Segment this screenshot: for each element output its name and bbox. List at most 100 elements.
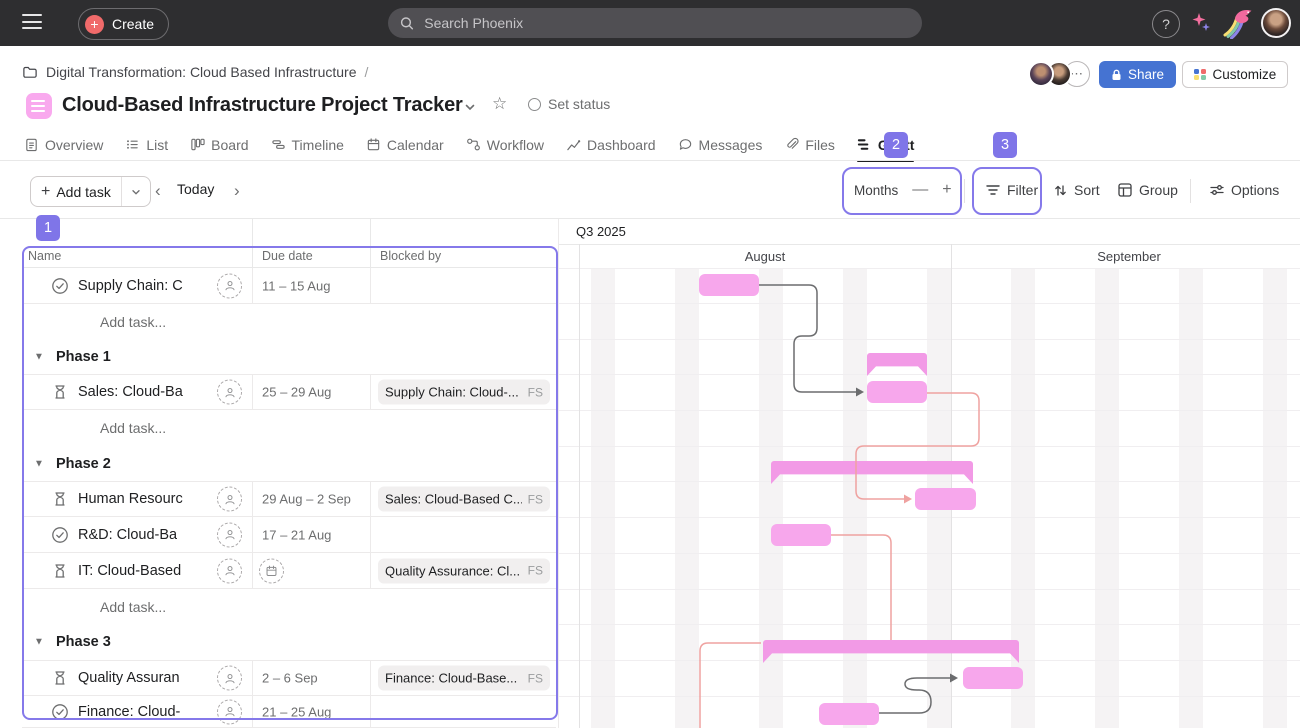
task-name[interactable]: IT: Cloud-Based — [78, 563, 181, 579]
sort-button[interactable]: Sort — [1054, 182, 1100, 198]
tab-list[interactable]: List — [125, 128, 168, 161]
phoenix-logo-icon[interactable] — [1221, 7, 1255, 39]
task-bar-supply-chain[interactable] — [699, 274, 759, 296]
collapse-triangle-icon[interactable]: ▼ — [34, 637, 44, 648]
hourglass-icon[interactable] — [51, 490, 69, 508]
phase-name: Phase 3 — [56, 634, 111, 650]
add-task-row[interactable]: Add task... — [22, 589, 556, 624]
zoom-level-label[interactable]: Months — [854, 183, 898, 198]
sidebar-toggle-icon[interactable] — [22, 14, 42, 30]
set-status-button[interactable]: Set status — [528, 96, 610, 112]
task-row[interactable]: R&D: Cloud-Ba 17 – 21 Aug — [22, 517, 556, 553]
prev-period-button[interactable]: ‹ — [155, 180, 161, 202]
check-circle-icon[interactable] — [51, 703, 69, 721]
add-task-inline[interactable]: Add task... — [100, 599, 166, 615]
task-row[interactable]: Human Resourc 29 Aug – 2 Sep Sales: Cloud-… — [22, 481, 556, 517]
task-bar-r-d[interactable] — [771, 524, 831, 546]
breadcrumb-project[interactable]: Digital Transformation: Cloud Based Infr… — [46, 64, 356, 80]
task-name[interactable]: Finance: Cloud- — [78, 704, 180, 720]
due-date[interactable]: 17 – 21 Aug — [262, 527, 331, 542]
task-bar-quality-assurance[interactable] — [963, 667, 1023, 689]
share-button[interactable]: Share — [1099, 61, 1176, 88]
tab-messages[interactable]: Messages — [678, 128, 763, 161]
blocked-by-chip[interactable]: Quality Assurance: Cl...FS — [378, 558, 550, 583]
hourglass-icon[interactable] — [51, 669, 69, 687]
hourglass-icon[interactable] — [51, 562, 69, 580]
task-row[interactable]: Sales: Cloud-Ba 25 – 29 Aug Supply Chain: … — [22, 374, 556, 410]
blocked-by-chip[interactable]: Sales: Cloud-Based C...FS — [378, 487, 550, 512]
member-avatar-1[interactable] — [1028, 61, 1054, 87]
tab-files[interactable]: Files — [784, 128, 835, 161]
create-button[interactable]: + Create — [78, 8, 169, 40]
assignee-avatar-placeholder[interactable] — [217, 273, 242, 298]
assignee-avatar-placeholder[interactable] — [217, 487, 242, 512]
blocked-by-chip[interactable]: Finance: Cloud-Base...FS — [378, 666, 550, 691]
assignee-avatar-placeholder[interactable] — [217, 380, 242, 405]
add-task-dropdown[interactable] — [121, 177, 150, 206]
due-date[interactable]: 21 – 25 Aug — [262, 704, 331, 719]
collapse-triangle-icon[interactable]: ▼ — [34, 351, 44, 362]
phase-row[interactable]: ▼Phase 2 — [22, 446, 556, 481]
due-date[interactable]: 2 – 6 Sep — [262, 671, 318, 686]
assignee-avatar-placeholder[interactable] — [217, 666, 242, 691]
check-circle-icon[interactable] — [51, 526, 69, 544]
add-task-inline[interactable]: Add task... — [100, 314, 166, 330]
due-date[interactable]: 11 – 15 Aug — [262, 278, 330, 293]
help-button[interactable]: ? — [1152, 10, 1180, 38]
zoom-in-button[interactable]: + — [942, 181, 951, 199]
options-button[interactable]: Options — [1210, 182, 1279, 198]
tab-timeline[interactable]: Timeline — [271, 128, 344, 161]
task-name[interactable]: Human Resourc — [78, 491, 183, 507]
next-period-button[interactable]: › — [234, 180, 240, 202]
task-bar-sales[interactable] — [867, 381, 927, 403]
summary-bar-phase-1[interactable] — [867, 353, 927, 376]
add-task-row[interactable]: Add task... — [22, 410, 556, 446]
tab-workflow[interactable]: Workflow — [466, 128, 544, 161]
customize-button[interactable]: Customize — [1182, 61, 1288, 88]
task-bar-human-resources[interactable] — [915, 488, 976, 510]
tab-dashboard[interactable]: Dashboard — [566, 128, 656, 161]
blocked-by-chip[interactable]: Supply Chain: Cloud-...FS — [378, 380, 550, 405]
assignee-avatar-placeholder[interactable] — [217, 522, 242, 547]
add-task-row[interactable]: Add task... — [22, 304, 556, 339]
task-name[interactable]: Supply Chain: C — [78, 278, 183, 294]
breadcrumb[interactable]: Digital Transformation: Cloud Based Infr… — [22, 64, 368, 80]
add-task-inline[interactable]: Add task... — [100, 420, 166, 436]
task-name[interactable]: R&D: Cloud-Ba — [78, 527, 177, 543]
today-button[interactable]: Today — [177, 181, 214, 197]
task-row[interactable]: Finance: Cloud- 21 – 25 Aug — [22, 696, 556, 728]
group-button[interactable]: Group — [1118, 182, 1178, 198]
due-date[interactable]: 29 Aug – 2 Sep — [262, 492, 351, 507]
due-date-placeholder-icon[interactable] — [259, 558, 284, 583]
task-row[interactable]: Supply Chain: C 11 – 15 Aug — [22, 268, 556, 304]
tab-calendar[interactable]: Calendar — [366, 128, 444, 161]
filter-button[interactable]: Filter — [986, 182, 1038, 198]
phase-row[interactable]: ▼Phase 1 — [22, 339, 556, 374]
user-avatar[interactable] — [1261, 8, 1291, 38]
search-bar[interactable] — [388, 8, 922, 38]
due-date[interactable]: 25 – 29 Aug — [262, 385, 331, 400]
column-header-due-date[interactable]: Due date — [262, 249, 313, 263]
task-row[interactable]: Quality Assuran 2 – 6 Sep Finance: Cloud-B… — [22, 660, 556, 696]
add-task-button[interactable]: +Add task — [30, 176, 151, 207]
tab-overview[interactable]: Overview — [24, 128, 103, 161]
gantt-chart[interactable]: Q3 2025 AugustSeptember — [558, 219, 1300, 728]
column-header-name[interactable]: Name — [28, 249, 61, 263]
task-name[interactable]: Sales: Cloud-Ba — [78, 384, 183, 400]
assignee-avatar-placeholder[interactable] — [217, 558, 242, 583]
check-circle-icon[interactable] — [51, 277, 69, 295]
phase-row[interactable]: ▼ Phase 3 — [22, 624, 556, 660]
ai-sparkles-icon[interactable] — [1189, 11, 1213, 35]
assignee-avatar-placeholder[interactable] — [217, 699, 242, 724]
task-row[interactable]: IT: Cloud-Based Quality Assurance: Cl...F… — [22, 553, 556, 589]
hourglass-icon[interactable] — [51, 383, 69, 401]
zoom-out-button[interactable]: — — [912, 181, 928, 199]
task-name[interactable]: Quality Assuran — [78, 670, 180, 686]
collapse-triangle-icon[interactable]: ▼ — [34, 458, 44, 469]
tab-board[interactable]: Board — [190, 128, 248, 161]
favorite-star-icon[interactable]: ☆ — [492, 94, 507, 114]
title-chevron-down-icon[interactable] — [463, 100, 477, 119]
column-header-blocked-by[interactable]: Blocked by — [380, 249, 441, 263]
search-input[interactable] — [422, 14, 910, 32]
task-bar-finance[interactable] — [819, 703, 879, 725]
